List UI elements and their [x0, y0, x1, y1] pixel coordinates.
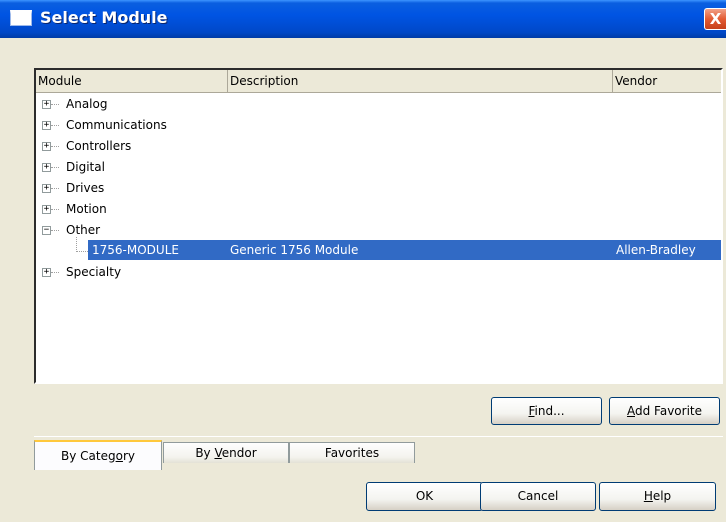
column-header-module[interactable]: Module — [36, 70, 228, 92]
tab-label-part: By — [195, 446, 215, 460]
tab-label-part: ry — [122, 449, 135, 463]
tab-label-part: endor — [221, 446, 257, 460]
module-list[interactable]: Module Description Vendor + Analog + Com… — [34, 68, 723, 384]
close-button[interactable]: X — [704, 8, 726, 30]
tree-item-specialty[interactable]: + Specialty — [36, 262, 721, 283]
ok-button[interactable]: OK — [366, 482, 483, 511]
plus-box-icon[interactable]: + — [42, 100, 51, 109]
tree-line — [51, 209, 59, 210]
tree-item-analog[interactable]: + Analog — [36, 94, 721, 115]
tree-item-label: Analog — [66, 97, 108, 111]
tree-item-motion[interactable]: + Motion — [36, 199, 721, 220]
tree-line — [51, 125, 59, 126]
find-button[interactable]: Find... — [491, 397, 602, 425]
close-icon: X — [709, 10, 722, 28]
tab-accel: V — [214, 446, 222, 460]
tree-item-label: Specialty — [66, 265, 122, 279]
tree-item-other[interactable]: − Other — [36, 220, 721, 241]
tree-line — [51, 146, 59, 147]
help-label: elp — [652, 489, 672, 503]
tree-item-label: Motion — [66, 202, 107, 216]
find-label: ind... — [534, 404, 565, 418]
column-header-vendor[interactable]: Vendor — [613, 70, 721, 92]
add-favorite-button[interactable]: Add Favorite — [609, 397, 720, 425]
list-header: Module Description Vendor — [36, 70, 721, 93]
column-header-description[interactable]: Description — [228, 70, 613, 92]
tree-item-drives[interactable]: + Drives — [36, 178, 721, 199]
plus-box-icon[interactable]: + — [42, 163, 51, 172]
tree-item-label: Other — [66, 223, 101, 237]
cancel-button[interactable]: Cancel — [480, 482, 596, 511]
tree-item-communications[interactable]: + Communications — [36, 115, 721, 136]
tree-line — [51, 188, 59, 189]
tree-item-label: Digital — [66, 160, 105, 174]
tree-item-label: Drives — [66, 181, 105, 195]
tab-by-category[interactable]: By Category — [34, 440, 162, 470]
description-cell: Generic 1756 Module — [230, 243, 359, 257]
add-favorite-label: dd Favorite — [634, 404, 702, 418]
tab-by-vendor[interactable]: By Vendor — [163, 442, 289, 463]
tree-line — [51, 104, 59, 105]
plus-box-icon[interactable]: + — [42, 184, 51, 193]
minus-box-icon[interactable]: − — [42, 226, 51, 235]
tree-item-controllers[interactable]: + Controllers — [36, 136, 721, 157]
tree-line — [51, 230, 59, 231]
tree-item-label: Controllers — [66, 139, 132, 153]
tab-accel: o — [115, 449, 123, 463]
tab-favorites[interactable]: Favorites — [289, 442, 415, 463]
window-title: Select Module — [40, 8, 168, 27]
add-favorite-accel: A — [626, 404, 635, 418]
tree-line — [51, 167, 59, 168]
tree-item-label: Communications — [66, 118, 167, 132]
plus-box-icon[interactable]: + — [42, 268, 51, 277]
plus-box-icon[interactable]: + — [42, 121, 51, 130]
tree-line — [51, 272, 59, 273]
title-bar: Select Module X — [0, 0, 726, 38]
selected-module-row[interactable]: 1756-MODULE Generic 1756 Module Allen-Br… — [88, 240, 721, 260]
help-button[interactable]: Help — [599, 482, 716, 511]
tree-item-digital[interactable]: + Digital — [36, 157, 721, 178]
module-cell: 1756-MODULE — [92, 243, 179, 257]
plus-box-icon[interactable]: + — [42, 205, 51, 214]
tab-label-part: By Categ — [61, 449, 116, 463]
plus-box-icon[interactable]: + — [42, 142, 51, 151]
help-accel: H — [643, 489, 653, 503]
vendor-cell: Allen-Bradley — [616, 243, 696, 257]
tab-panel-edge — [34, 436, 723, 437]
window-icon — [10, 10, 32, 26]
